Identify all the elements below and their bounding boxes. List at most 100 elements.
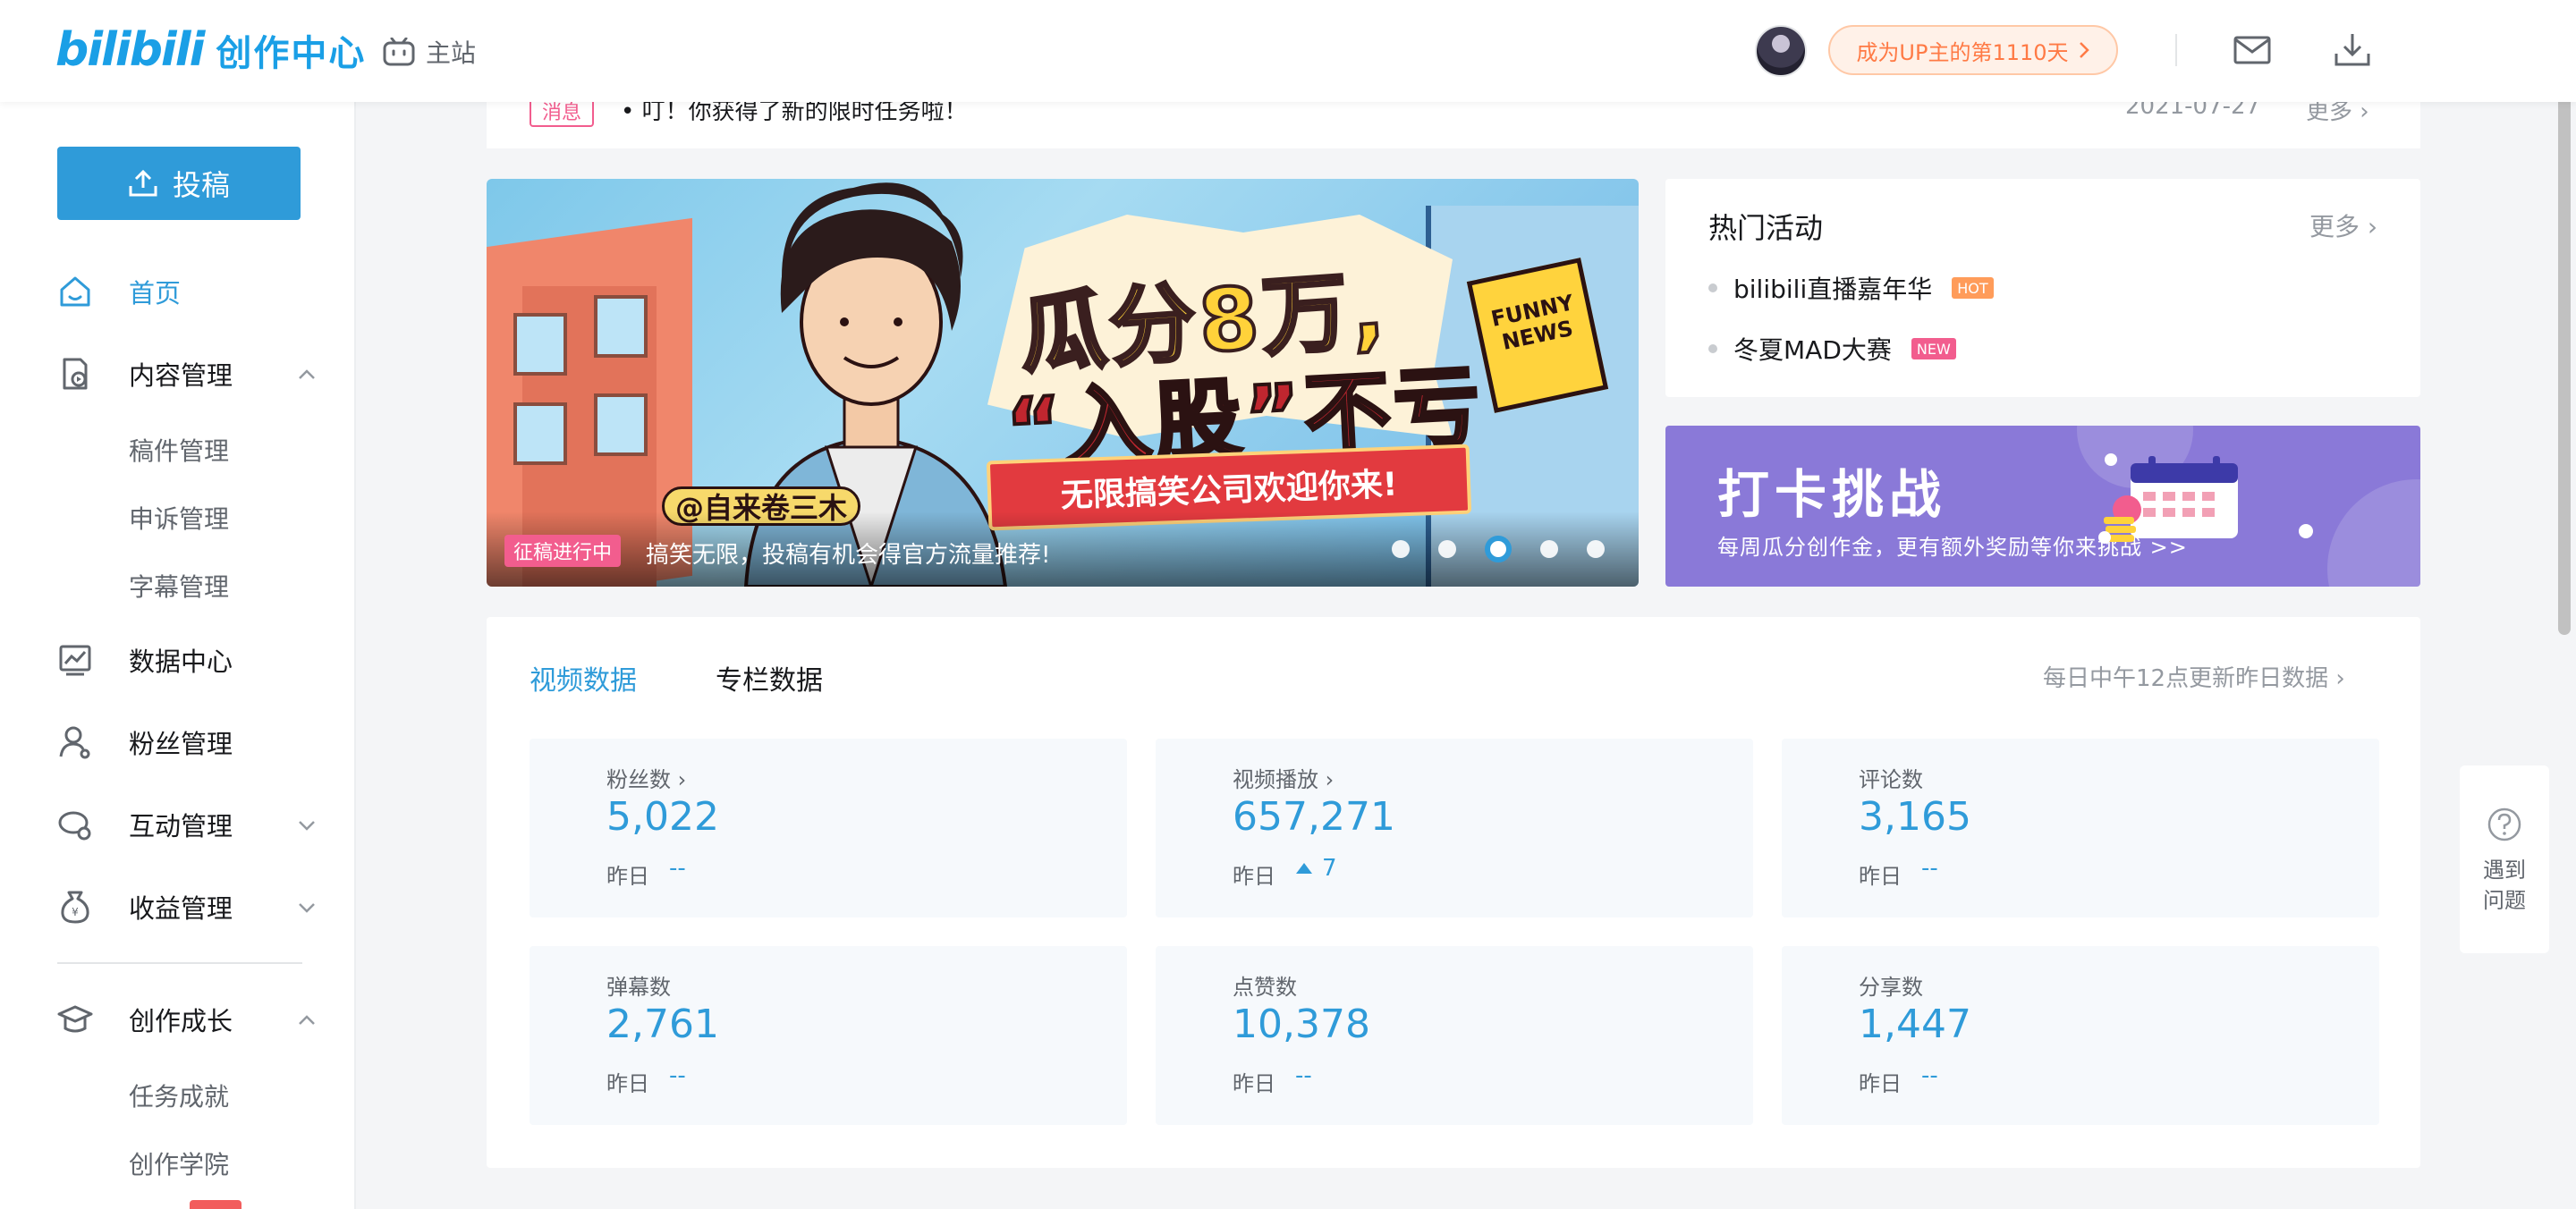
stat-yesterday-value: -- [669, 1062, 686, 1089]
stat-label: 分享数 [1859, 975, 1923, 1000]
tv-icon [383, 38, 415, 66]
income-icon: ¥ [61, 891, 89, 924]
logo-mark: bilibili [55, 23, 205, 77]
fans-icon [59, 726, 90, 759]
sidebar-item-data[interactable]: 数据中心 [57, 633, 317, 687]
stat-value: 10,378 [1233, 1002, 1370, 1047]
stat-label: 粉丝数 › [606, 767, 687, 792]
activity-banner[interactable]: 瓜分8万, “入股”不亏 无限搞笑公司欢迎你来! @自来卷三木 FUNNY NE… [487, 179, 1639, 587]
stat-yesterday-label: 昨日 [1859, 1071, 1902, 1096]
stat-value: 2,761 [606, 1002, 719, 1047]
avatar[interactable] [1755, 25, 1807, 77]
hot-activity-item[interactable]: 冬夏MAD大赛 NEW [1708, 331, 1956, 367]
sidebar-subitem-manuscripts[interactable]: 稿件管理 [129, 427, 229, 472]
decor-dot [2299, 524, 2313, 538]
stat-card-shares: 分享数 1,447 昨日 -- [1782, 946, 2379, 1125]
tab-column-data[interactable]: 专栏数据 [716, 658, 823, 698]
bullet-dot [1708, 283, 1717, 292]
sidebar: 投稿 首页 内容管理 稿件管理 申诉管理 字幕管理 数据中心 粉丝管理 互动管理… [0, 102, 356, 1209]
stat-card-comments: 评论数 3,165 昨日 -- [1782, 739, 2379, 917]
header-divider [2175, 34, 2177, 66]
upload-icon [129, 170, 157, 197]
sidebar-item-label: 互动管理 [129, 811, 233, 841]
chevron-right-icon [2079, 42, 2089, 58]
carousel-dot[interactable] [1587, 540, 1605, 558]
banner-window [594, 295, 648, 358]
hot-activities-panel: 热门活动 更多 › bilibili直播嘉年华 HOT 冬夏MAD大赛 NEW [1665, 179, 2420, 397]
stat-yesterday-value: -- [1921, 855, 1938, 882]
stat-label: 评论数 [1859, 767, 1923, 792]
challenge-title: 打卡挑战 [1717, 464, 1947, 525]
upload-label: 投稿 [172, 168, 230, 202]
help-label: 遇到问题 [2483, 858, 2526, 913]
sidebar-item-fans[interactable]: 粉丝管理 [57, 715, 317, 769]
carousel-dot-active[interactable] [1485, 536, 1512, 562]
up-days-badge[interactable]: 成为UP主的第1110天 [1828, 25, 2118, 75]
main-site-label: 主站 [426, 38, 477, 68]
carousel-dot[interactable] [1392, 540, 1410, 558]
hot-activity-label: bilibili直播嘉年华 [1733, 275, 1933, 304]
notification-dot [190, 1200, 242, 1209]
stat-value: 657,271 [1233, 794, 1395, 840]
graduation-cap-icon [57, 1005, 93, 1033]
stat-value: 5,022 [606, 794, 719, 840]
interact-icon [58, 811, 91, 841]
sidebar-item-growth[interactable]: 创作成长 [57, 993, 317, 1046]
sidebar-item-content[interactable]: 内容管理 [57, 347, 317, 401]
calendar-icon [2104, 453, 2238, 542]
main-site-link[interactable]: 主站 [383, 32, 476, 72]
mail-icon[interactable] [2233, 32, 2272, 68]
help-float-button[interactable]: 遇到问题 [2460, 765, 2549, 953]
sidebar-subitem-academy[interactable]: 创作学院 [129, 1141, 229, 1186]
carousel-dot[interactable] [1540, 540, 1558, 558]
banner-window [513, 402, 567, 465]
sidebar-item-label: 创作成长 [129, 1006, 233, 1036]
stat-value: 1,447 [1859, 1002, 1971, 1047]
hot-badge: HOT [1952, 277, 1994, 299]
update-note-link[interactable]: 每日中午12点更新昨日数据 › [2043, 660, 2345, 693]
stat-label: 点赞数 [1233, 975, 1297, 1000]
carousel-dot[interactable] [1438, 540, 1456, 558]
upload-button[interactable]: 投稿 [57, 147, 301, 220]
data-icon [59, 645, 91, 676]
banner-caption: 搞笑无限，投稿有机会得官方流量推荐! [646, 542, 1051, 569]
data-overview-panel: 视频数据 专栏数据 每日中午12点更新昨日数据 › 粉丝数 › 5,022 昨日… [487, 617, 2420, 1168]
logo-text: 创作中心 [216, 33, 367, 74]
hot-more-link[interactable]: 更多 › [2309, 207, 2377, 243]
sidebar-item-income[interactable]: ¥ 收益管理 [57, 880, 317, 934]
stat-card-fans[interactable]: 粉丝数 › 5,022 昨日 -- [530, 739, 1127, 917]
stat-yesterday-value: -- [1295, 1062, 1312, 1089]
chevron-down-icon [299, 821, 315, 831]
stat-yesterday-label: 昨日 [606, 864, 649, 889]
download-icon[interactable] [2333, 32, 2372, 68]
sidebar-divider [57, 962, 302, 964]
up-days-text: 成为UP主的第1110天 [1856, 39, 2069, 65]
hot-activities-title: 热门活动 [1708, 211, 1824, 245]
sidebar-subitem-achievements[interactable]: 任务成就 [129, 1073, 229, 1118]
decor-dot [2098, 531, 2111, 544]
stat-card-danmaku: 弹幕数 2,761 昨日 -- [530, 946, 1127, 1125]
stat-card-video-plays[interactable]: 视频播放 › 657,271 昨日 7 [1156, 739, 1753, 917]
sidebar-item-label: 首页 [129, 278, 182, 309]
stat-yesterday-label: 昨日 [606, 1071, 649, 1096]
svg-text:¥: ¥ [72, 906, 79, 918]
sidebar-subitem-appeals[interactable]: 申诉管理 [129, 495, 229, 540]
hot-activity-item[interactable]: bilibili直播嘉年华 HOT [1708, 270, 1994, 306]
tab-video-data[interactable]: 视频数据 [530, 658, 637, 698]
sidebar-item-home[interactable]: 首页 [57, 265, 317, 318]
scrollbar-thumb[interactable] [2558, 36, 2571, 635]
trend-up-icon [1296, 863, 1312, 874]
stat-label: 弹幕数 [606, 975, 671, 1000]
content-icon [63, 358, 88, 390]
new-badge: NEW [1911, 338, 1956, 359]
checkin-challenge-card[interactable]: 打卡挑战 每周瓜分创作金，更有额外奖励等你来挑战 >> [1665, 426, 2420, 587]
chevron-down-icon [299, 903, 315, 913]
stat-yesterday-value: 7 [1322, 855, 1337, 882]
sidebar-subitem-subtitles[interactable]: 字幕管理 [129, 563, 229, 608]
sidebar-item-interaction[interactable]: 互动管理 [57, 798, 317, 851]
stat-yesterday-label: 昨日 [1233, 1071, 1275, 1096]
hot-activity-label: 冬夏MAD大赛 [1733, 335, 1892, 365]
carousel-dots [1392, 536, 1605, 562]
top-bar: bilibili 创作中心 主站 成为UP主的第1110天 [0, 0, 2576, 102]
logo[interactable]: bilibili 创作中心 [55, 23, 366, 77]
